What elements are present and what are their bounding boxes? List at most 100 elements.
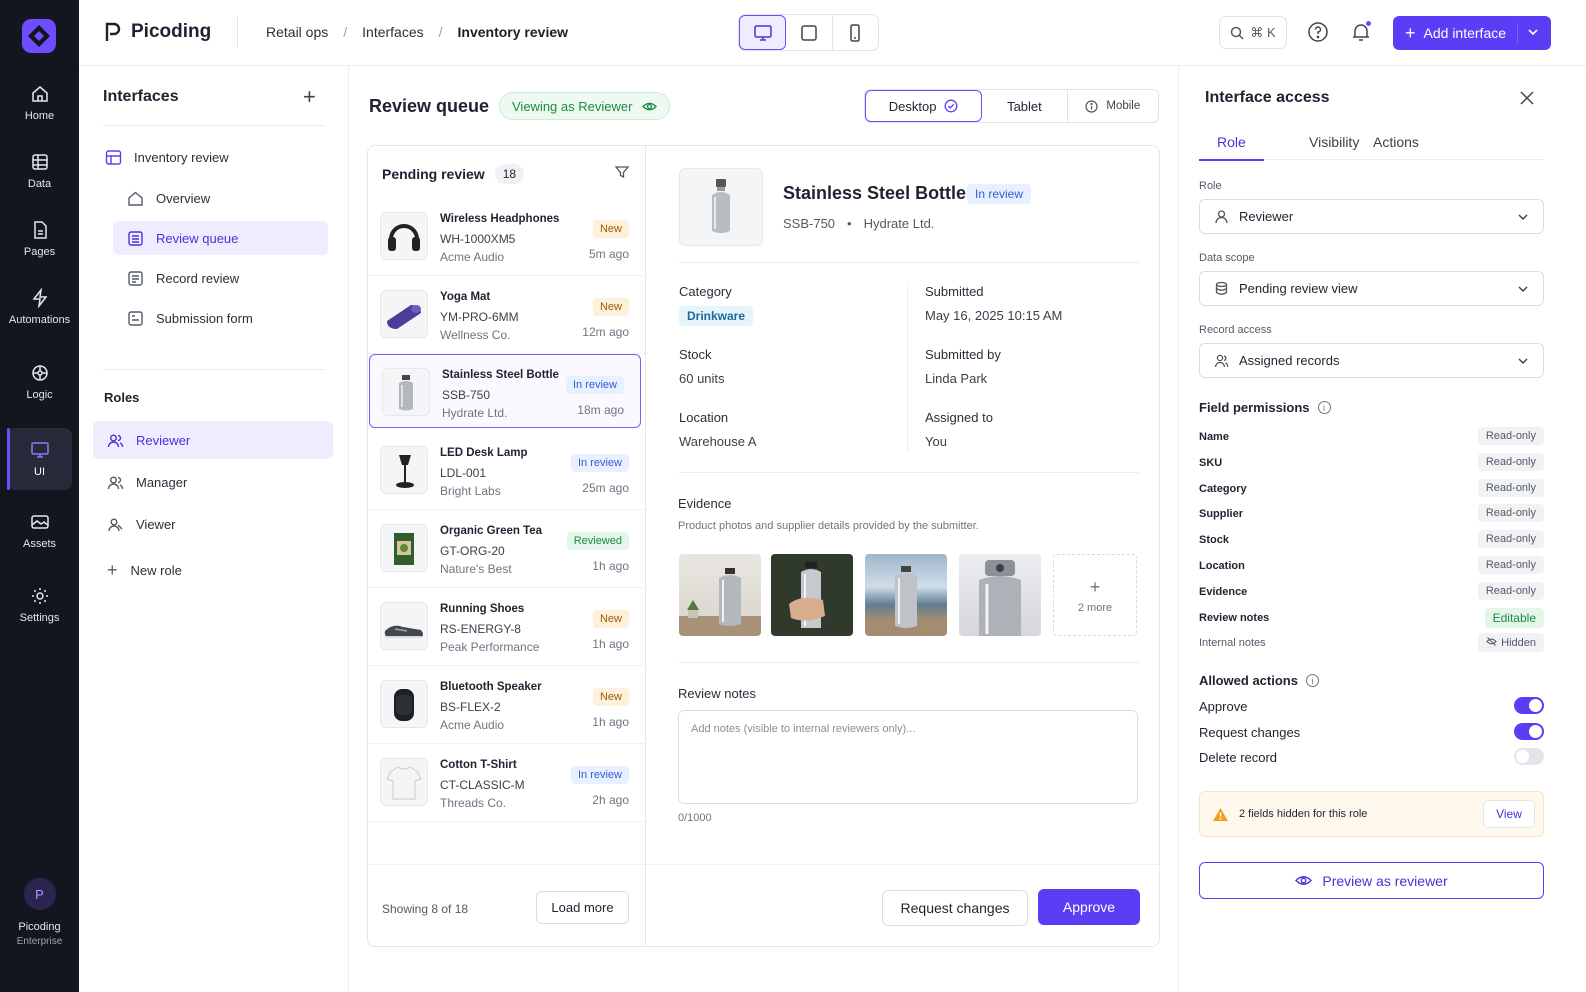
item-vendor: Peak Performance: [440, 640, 540, 654]
chevron-down-icon[interactable]: [1527, 26, 1539, 38]
list-item[interactable]: LED Desk Lamp LDL-001 Bright Labs In review…: [368, 433, 645, 510]
image-icon: [30, 515, 49, 529]
more-photos-button[interactable]: + 2 more: [1053, 554, 1137, 636]
new-role-button[interactable]: + New role: [107, 560, 182, 580]
close-icon[interactable]: [1519, 90, 1535, 106]
tab-desktop[interactable]: Desktop: [865, 90, 983, 122]
database-icon: [1215, 281, 1228, 295]
action-toggle[interactable]: [1514, 722, 1544, 740]
load-more-button[interactable]: Load more: [536, 891, 629, 924]
evidence-photo[interactable]: [959, 554, 1041, 636]
logo-icon[interactable]: [20, 17, 58, 55]
review-card: Pending review 18 Wireless Headphones WH-…: [367, 145, 1160, 947]
evidence-photo[interactable]: [865, 554, 947, 636]
status-badge: In review: [967, 184, 1032, 204]
role-label: Role: [1199, 180, 1222, 192]
rail-item-logic[interactable]: Logic: [7, 351, 72, 413]
search-button[interactable]: ⌘ K: [1219, 16, 1287, 49]
tab-role[interactable]: Role: [1199, 134, 1264, 161]
help-icon[interactable]: [1307, 21, 1329, 43]
breadcrumb-item[interactable]: Interfaces: [362, 24, 423, 40]
nav-item-submission-form[interactable]: Submission form: [127, 308, 253, 328]
list-item[interactable]: Bluetooth Speaker BS-FLEX-2 Acme Audio New 1…: [368, 667, 645, 744]
role-item-reviewer[interactable]: Reviewer: [93, 421, 333, 459]
view-hidden-fields-button[interactable]: View: [1483, 800, 1535, 828]
mobile-toggle[interactable]: [833, 15, 878, 50]
list-item[interactable]: Running Shoes RS-ENERGY-8 Peak Performance…: [368, 589, 645, 666]
add-interface-button[interactable]: + Add interface: [1393, 16, 1551, 50]
rail-item-data[interactable]: Data: [7, 140, 72, 202]
record-access-select[interactable]: Assigned records: [1199, 343, 1544, 378]
field-assigned-to: Assigned to You: [925, 410, 993, 449]
permission-badge[interactable]: Read-only: [1477, 556, 1544, 574]
field-name: Review notes: [1199, 611, 1270, 624]
gear-icon: [31, 588, 48, 604]
nav-item-review-queue[interactable]: Review queue: [113, 221, 328, 255]
list-item[interactable]: Cotton T-Shirt CT-CLASSIC-M Threads Co. In …: [368, 745, 645, 822]
rail-item-home[interactable]: Home: [7, 72, 72, 134]
desktop-toggle[interactable]: [739, 15, 787, 50]
role-select[interactable]: Reviewer: [1199, 199, 1544, 234]
rail-item-settings[interactable]: Settings: [7, 574, 72, 636]
tab-visibility[interactable]: Visibility: [1309, 134, 1359, 150]
item-sku: SSB-750: [442, 388, 491, 402]
item-name: Bluetooth Speaker: [440, 681, 542, 693]
status-badge: New: [592, 610, 629, 628]
permission-badge[interactable]: Read-only: [1477, 581, 1544, 600]
preview-as-reviewer-button[interactable]: Preview as reviewer: [1199, 862, 1544, 899]
field-submitted-by: Submitted by Linda Park: [925, 347, 1001, 386]
list-item[interactable]: Wireless Headphones WH-1000XM5 Acme Audio N…: [368, 199, 645, 276]
tab-tablet[interactable]: Tablet: [982, 90, 1068, 122]
notifications-button[interactable]: [1350, 20, 1372, 43]
list-item[interactable]: Organic Green Tea GT-ORG-20 Nature's Best R…: [368, 511, 645, 588]
permission-badge[interactable]: Editable: [1484, 607, 1544, 628]
list-item-selected[interactable]: Stainless Steel Bottle SSB-750 Hydrate Ltd…: [369, 354, 641, 428]
tab-mobile[interactable]: Mobile: [1068, 90, 1158, 122]
role-item-manager[interactable]: Manager: [107, 472, 187, 492]
info-icon[interactable]: i: [1305, 674, 1319, 687]
review-notes-input[interactable]: Add notes (visible to internal reviewers…: [678, 710, 1138, 804]
approve-button[interactable]: Approve: [1038, 889, 1140, 925]
item-time: 12m ago: [582, 325, 629, 339]
viewing-as-badge[interactable]: Viewing as Reviewer: [499, 92, 671, 120]
device-tabs: Desktop Tablet Mobile: [864, 89, 1159, 123]
tab-actions[interactable]: Actions: [1373, 134, 1419, 150]
info-icon[interactable]: i: [1317, 401, 1331, 414]
permission-row: SKU Read-only: [1199, 452, 1544, 473]
filter-icon[interactable]: [614, 164, 630, 180]
rail-item-automations[interactable]: Automations: [7, 276, 72, 338]
workspace-switcher[interactable]: P Picoding Enterprise: [0, 878, 79, 947]
nav-item-overview[interactable]: Overview: [127, 188, 210, 208]
user-view-icon: [108, 518, 123, 531]
rail-item-ui[interactable]: UI: [7, 428, 72, 490]
list-item[interactable]: Yoga Mat YM-PRO-6MM Wellness Co. New 12m ago: [368, 277, 645, 354]
action-toggle[interactable]: [1514, 697, 1544, 714]
nav-item-inventory-review[interactable]: Inventory review: [105, 147, 229, 167]
tablet-toggle[interactable]: [786, 15, 833, 50]
add-interface-icon[interactable]: +: [303, 84, 316, 110]
evidence-photo[interactable]: [679, 554, 761, 636]
item-name: LED Desk Lamp: [440, 447, 528, 459]
rail-item-pages[interactable]: Pages: [7, 208, 72, 270]
permission-badge[interactable]: Read-only: [1477, 530, 1544, 549]
brand[interactable]: Picoding: [103, 21, 211, 43]
users-icon: [1214, 354, 1229, 368]
action-row: Delete record: [1199, 748, 1544, 766]
permission-badge[interactable]: Hidden: [1478, 633, 1544, 653]
action-name: Approve: [1199, 699, 1248, 714]
data-scope-select[interactable]: Pending review view: [1199, 271, 1544, 306]
evidence-photo[interactable]: [771, 554, 853, 636]
permission-badge[interactable]: Read-only: [1477, 478, 1544, 497]
action-toggle[interactable]: [1514, 748, 1544, 766]
permission-badge[interactable]: Read-only: [1477, 504, 1544, 523]
request-changes-button[interactable]: Request changes: [882, 890, 1028, 926]
role-item-viewer[interactable]: Viewer: [107, 514, 176, 534]
left-rail: Home Data Pages Automations Logic UI Ass…: [0, 0, 79, 992]
nav-item-record-review[interactable]: Record review: [127, 268, 239, 288]
permission-badge[interactable]: Read-only: [1477, 427, 1544, 445]
breadcrumb-item[interactable]: Retail ops: [266, 24, 328, 40]
rail-item-assets[interactable]: Assets: [7, 500, 72, 562]
permission-badge[interactable]: Read-only: [1477, 452, 1544, 471]
category-chip: Drinkware: [679, 306, 754, 326]
interface-access-panel: Interface access Role Visibility Actions…: [1178, 66, 1586, 992]
